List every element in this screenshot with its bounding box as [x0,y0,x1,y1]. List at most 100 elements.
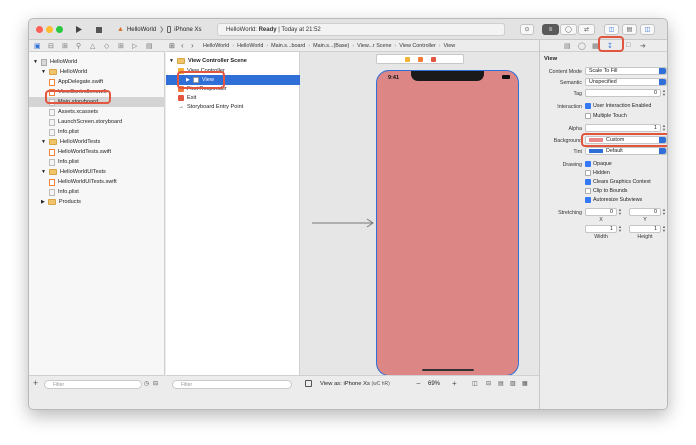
tag-field[interactable]: 0 [585,89,661,97]
alpha-stepper[interactable]: ▲ ▼ [662,124,666,132]
zoom-out-button[interactable]: − [416,379,421,388]
scm-filter-icon[interactable]: ⊟ [153,380,158,387]
outline-toggle-icon[interactable] [305,380,312,387]
navigator-item[interactable]: Info.plist [49,187,79,197]
issue-icon[interactable]: △ [90,42,95,50]
disclosure-down-icon[interactable]: ▼ [33,59,38,65]
scheme-selector[interactable]: ▲ HelloWorld ❯ iPhone Xs [117,24,202,35]
navigator-item[interactable]: AppDelegate.swift [49,77,103,87]
stretch-width-stepper[interactable]: ▲ ▼ [618,225,622,233]
source-control-icon[interactable]: ⊟ [48,42,54,50]
align-icon[interactable]: ▤ [498,380,504,387]
toggle-inspector-button[interactable]: ◫ [640,24,655,35]
file-inspector-icon[interactable]: ▤ [564,42,571,50]
breadcrumb-item[interactable]: View...r Scene [357,43,391,49]
test-icon[interactable]: ◇ [104,42,109,50]
view-as-control[interactable]: View as: iPhone Xs (wC hR) [320,381,390,387]
size-inspector-icon[interactable]: □ [626,42,630,49]
find-icon[interactable]: ⚲ [76,42,81,50]
stretch-width-field[interactable]: 1 [585,225,617,233]
navigator-item[interactable]: HelloWorldTests.swift [49,147,111,157]
run-button[interactable] [71,24,85,35]
breadcrumb-item[interactable]: Main.s...board [271,43,305,49]
back-button[interactable]: ‹ [181,41,184,50]
navigator-item[interactable]: HelloWorldUITests.swift [49,177,117,187]
chevron-updown-icon [659,148,666,154]
zoom-window-button[interactable] [56,26,63,33]
exit-icon[interactable] [430,56,436,62]
minimize-window-button[interactable] [46,26,53,33]
symbol-icon[interactable]: ⊞ [62,42,68,50]
disclosure-down-icon[interactable]: ▼ [41,69,46,75]
assistant-editor-button[interactable]: ◯ [560,24,577,35]
view-controller-icon[interactable] [404,56,410,62]
clip-to-bounds-checkbox[interactable]: Clip to Bounds [585,187,627,195]
debug-icon[interactable]: ⊞ [118,42,124,50]
close-window-button[interactable] [36,26,43,33]
navigator-item[interactable]: ▶ Products [41,197,81,207]
opaque-checkbox[interactable]: Opaque [585,160,612,168]
tint-color-select[interactable]: Default [585,147,667,155]
library-button[interactable]: ⊙ [520,24,534,35]
first-responder-icon[interactable] [417,56,423,62]
scene-row[interactable]: ▼ View Controller Scene [169,56,247,66]
navigator-item[interactable]: LaunchScreen.storyboard [49,117,122,127]
tag-stepper[interactable]: ▲ ▼ [662,89,666,97]
stretch-height-field[interactable]: 1 [629,225,661,233]
breadcrumb-item[interactable]: View Controller [399,43,435,49]
iphone-view[interactable]: 9:41 [376,70,519,376]
toolbar: ▲ HelloWorld ❯ iPhone Xs HelloWorld: Rea… [29,19,667,40]
hidden-checkbox[interactable]: Hidden [585,169,610,177]
breadcrumb-item[interactable]: View [444,43,456,49]
version-editor-button[interactable]: ⇄ [578,24,595,35]
navigator-item[interactable]: Info.plist [49,157,79,167]
zoom-in-button[interactable]: + [452,379,457,388]
breakpoint-icon[interactable]: ▷ [132,42,137,50]
navigator-filter-input[interactable]: Filter [44,380,142,389]
grid-icon[interactable]: ⊞ [169,42,175,50]
resolve-icon[interactable]: ▦ [522,380,528,387]
disclosure-down-icon[interactable]: ▼ [41,139,46,145]
disclosure-right-icon[interactable]: ▶ [41,199,45,205]
toggle-debug-button[interactable]: ▤ [622,24,637,35]
navigator-item[interactable]: ▼ HelloWorldUITests [41,167,106,177]
stretch-height-stepper[interactable]: ▲ ▼ [662,225,666,233]
navigator-item[interactable]: ▼ HelloWorldTests [41,137,100,147]
forward-button[interactable]: › [191,41,194,50]
storyboard-canvas[interactable]: 9:41 View as: iPhone Xs (wC hR) − 69% + … [300,52,539,393]
stretch-y-stepper[interactable]: ▲ ▼ [662,208,666,216]
help-icon[interactable]: ◯ [578,42,586,50]
user-interaction-checkbox[interactable]: User Interaction Enabled [585,102,651,110]
folder-icon[interactable]: ▣ [34,42,41,50]
navigator-item[interactable]: Info.plist [49,127,79,137]
stretch-x-stepper[interactable]: ▲ ▼ [618,208,622,216]
breadcrumb-item[interactable]: Main.s...(Base) [313,43,349,49]
chevron-right-icon: › [438,43,441,49]
stretch-y-field[interactable]: 0 [629,208,661,216]
outline-item[interactable]: → Storyboard Entry Point [178,102,243,112]
clears-graphics-checkbox[interactable]: Clears Graphics Context [585,178,651,186]
autoresize-checkbox[interactable]: Autoresize Subviews [585,196,642,204]
semantic-select[interactable]: Unspecified [585,78,667,86]
navigator-item[interactable]: ▼ HelloWorld [41,67,87,77]
add-icon[interactable]: + [33,379,38,388]
outline-filter-input[interactable]: Filter [172,380,292,389]
alpha-field[interactable]: 1 [585,124,661,132]
embed-icon[interactable]: ⊟ [486,380,491,387]
stop-button[interactable] [93,24,105,35]
content-mode-select[interactable]: Scale To Fill [585,67,667,75]
multiple-touch-checkbox[interactable]: Multiple Touch [585,112,627,120]
breadcrumb-item[interactable]: HelloWorld [237,43,263,49]
disclosure-down-icon[interactable]: ▼ [41,169,46,175]
report-icon[interactable]: ▤ [146,42,153,50]
update-frames-icon[interactable]: ◫ [472,380,478,387]
navigator-item[interactable]: ▼ HelloWorld [33,57,77,67]
pin-icon[interactable]: ▨ [510,380,516,387]
toggle-navigator-button[interactable]: ◫ [604,24,619,35]
connections-icon[interactable]: ➜ [640,42,646,50]
breadcrumb-item[interactable]: HelloWorld [203,43,229,49]
standard-editor-button[interactable]: ≡ [542,24,559,35]
navigator-item[interactable]: Assets.xcassets [49,107,98,117]
recent-files-icon[interactable]: ◷ [144,380,149,387]
stretch-x-field[interactable]: 0 [585,208,617,216]
